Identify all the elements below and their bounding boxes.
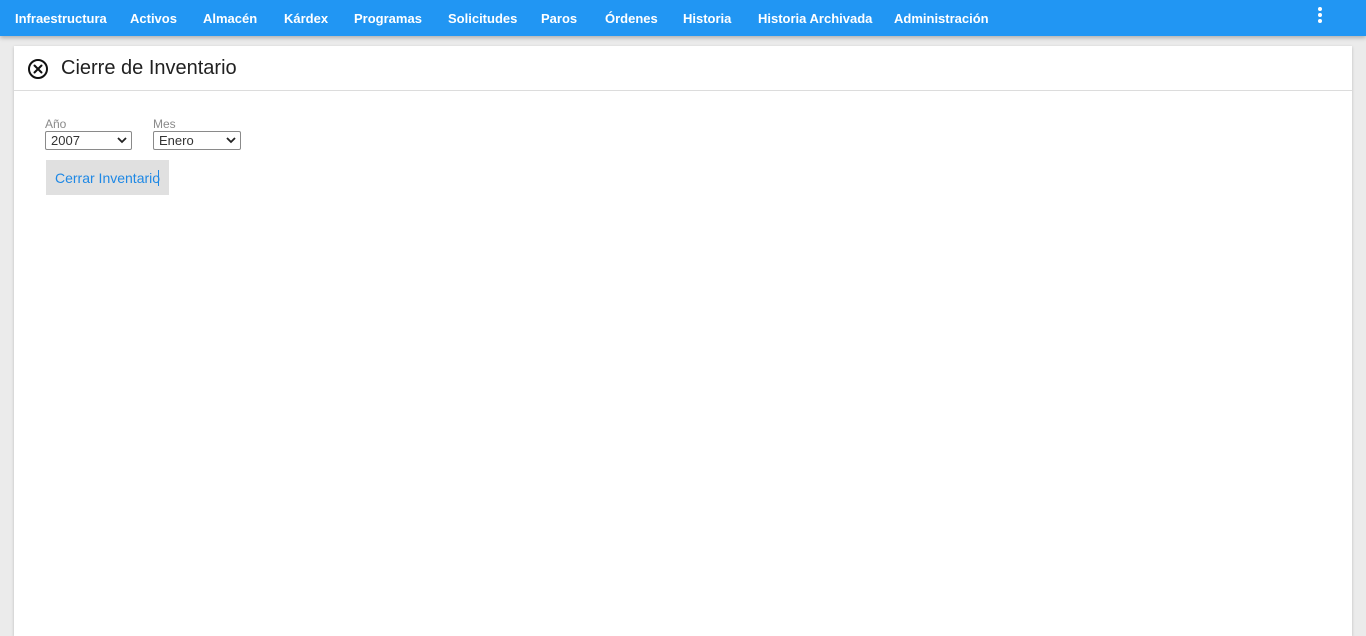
nav-item-historia[interactable]: Historia <box>683 0 731 36</box>
nav-item-administracion[interactable]: Administración <box>894 0 989 36</box>
chevron-down-icon <box>226 137 236 144</box>
nav-item-paros[interactable]: Paros <box>541 0 577 36</box>
nav-item-activos[interactable]: Activos <box>130 0 177 36</box>
close-circle-icon[interactable] <box>27 58 49 80</box>
nav-item-solicitudes[interactable]: Solicitudes <box>448 0 517 36</box>
page-title: Cierre de Inventario <box>61 57 237 79</box>
month-label: Mes <box>153 117 176 131</box>
top-nav-bar: Infraestructura Activos Almacén Kárdex P… <box>0 0 1366 36</box>
nav-item-infraestructura[interactable]: Infraestructura <box>15 0 107 36</box>
month-select[interactable]: Enero <box>153 131 241 150</box>
inventory-close-panel: Cierre de Inventario Año 2007 Mes Enero … <box>14 46 1352 636</box>
year-select-value: 2007 <box>51 133 80 148</box>
chevron-down-icon <box>117 137 127 144</box>
year-label: Año <box>45 117 67 131</box>
close-inventory-button-label: Cerrar Inventario <box>55 170 161 186</box>
month-select-value: Enero <box>159 133 194 148</box>
nav-item-ordenes[interactable]: Órdenes <box>605 0 658 36</box>
nav-item-kardex[interactable]: Kárdex <box>284 0 328 36</box>
year-select[interactable]: 2007 <box>45 131 132 150</box>
text-cursor <box>158 170 159 186</box>
close-inventory-button[interactable]: Cerrar Inventario <box>46 160 169 195</box>
nav-item-historia-archivada[interactable]: Historia Archivada <box>758 0 872 36</box>
nav-item-programas[interactable]: Programas <box>354 0 422 36</box>
panel-header: Cierre de Inventario <box>14 46 1352 91</box>
more-vertical-icon[interactable] <box>1312 6 1328 26</box>
nav-item-almacen[interactable]: Almacén <box>203 0 257 36</box>
